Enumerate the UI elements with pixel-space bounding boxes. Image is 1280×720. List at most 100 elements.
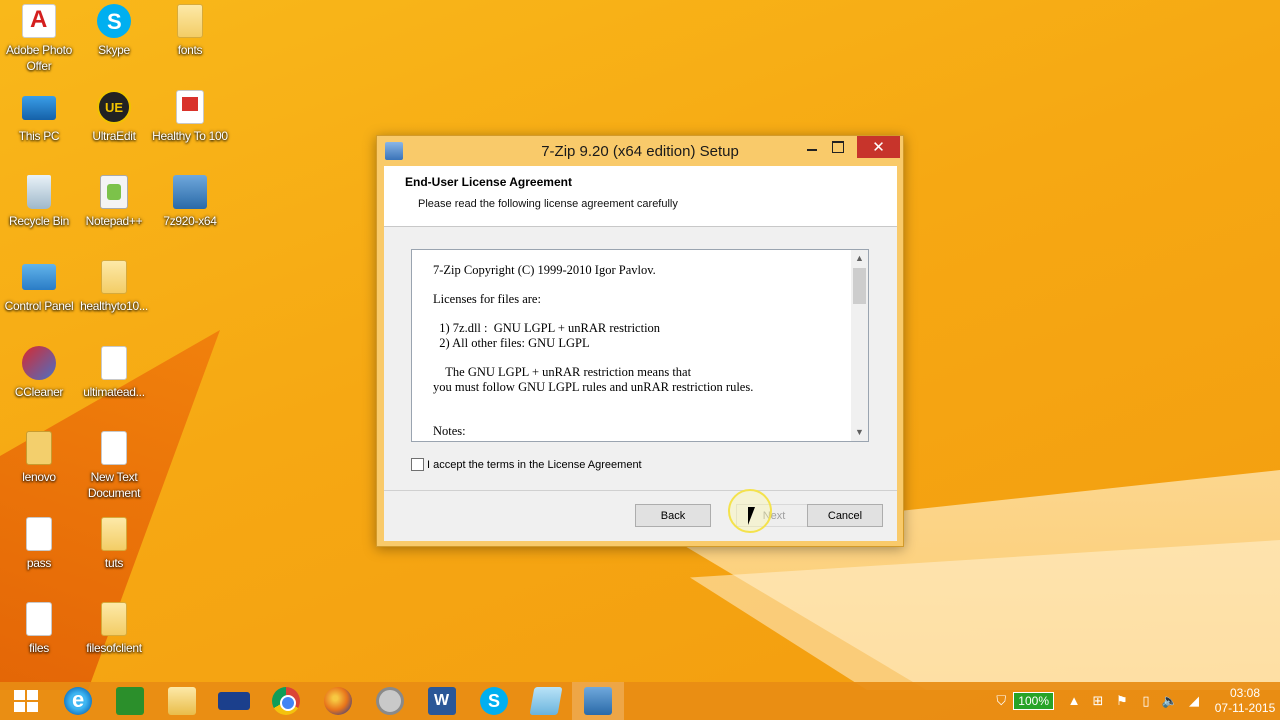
- desktop-icon-adobe-photo-offer[interactable]: Adobe Photo Offer: [0, 4, 78, 74]
- desktop-icon-label: UltraEdit: [92, 129, 136, 143]
- cancel-button[interactable]: Cancel: [807, 504, 883, 527]
- firefox-icon: [324, 687, 352, 715]
- desktop-icon-ccleaner[interactable]: CCleaner: [0, 346, 78, 400]
- scroll-thumb[interactable]: [853, 268, 866, 304]
- folder-icon: [177, 4, 203, 38]
- accept-terms-row[interactable]: I accept the terms in the License Agreem…: [411, 458, 642, 471]
- desktop-icon-healthyto10[interactable]: healthyto10...: [75, 260, 153, 314]
- battery-indicator[interactable]: 100%: [1013, 692, 1054, 710]
- desktop-icon-label: Adobe Photo Offer: [5, 43, 73, 73]
- device-icon[interactable]: ▯: [1136, 693, 1156, 709]
- desktop-icon-recycle-bin[interactable]: Recycle Bin: [0, 175, 78, 229]
- desktop-icon-filesofclient[interactable]: filesofclient: [75, 602, 153, 656]
- desktop-icon-skype[interactable]: Skype: [75, 4, 153, 58]
- desktop-icon-label: 7z920-x64: [163, 214, 217, 228]
- license-text: 7-Zip Copyright (C) 1999-2010 Igor Pavlo…: [433, 263, 754, 438]
- accept-terms-label[interactable]: I accept the terms in the License Agreem…: [427, 459, 642, 471]
- store-icon: [116, 687, 144, 715]
- desktop-icon-notepad-plus[interactable]: Notepad++: [75, 175, 153, 229]
- desktop-icon-fonts[interactable]: fonts: [151, 4, 229, 58]
- shield-icon[interactable]: ⛉: [991, 693, 1011, 709]
- close-button[interactable]: ✕: [857, 136, 900, 158]
- zip-folder-icon: [26, 431, 52, 465]
- license-scrollbar[interactable]: ▲ ▼: [851, 250, 868, 441]
- volume-icon[interactable]: 🔈: [1160, 693, 1180, 709]
- taskbar-store[interactable]: [104, 682, 156, 720]
- notepad-icon: [529, 687, 563, 715]
- desktop-icon-label: healthyto10...: [80, 299, 148, 313]
- taskbar-internet-explorer[interactable]: [52, 682, 104, 720]
- clock-time: 03:08: [1229, 686, 1261, 700]
- ccleaner-icon: [376, 687, 404, 715]
- system-tray: ⛉ 100% ▲ ⊞ ⚑ ▯ 🔈 ◢ 03:08 07-11-2015: [989, 682, 1280, 720]
- taskbar-file-explorer[interactable]: [156, 682, 208, 720]
- desktop-icon-label: pass: [26, 556, 52, 570]
- folder-icon: [101, 602, 127, 636]
- desktop-icon-label: fonts: [177, 43, 203, 57]
- flag-icon[interactable]: ⚑: [1112, 693, 1132, 709]
- computer-icon: [22, 96, 56, 120]
- mouse-pointer-icon: [748, 507, 755, 525]
- wallpaper-light-shape-2: [690, 540, 1280, 690]
- scroll-up-icon[interactable]: ▲: [851, 250, 868, 267]
- taskbar-clock[interactable]: 03:08 07-11-2015: [1210, 686, 1280, 716]
- desktop-icon-healthy-to-100[interactable]: Healthy To 100: [151, 90, 229, 144]
- document-icon: [176, 90, 204, 124]
- installer-icon: [173, 175, 207, 209]
- desktop-icon-label: tuts: [104, 556, 124, 570]
- lenovo-icon: [218, 692, 250, 710]
- clock-date: 07-11-2015: [1214, 701, 1276, 715]
- desktop-icon-ultraedit[interactable]: UltraEdit: [75, 90, 153, 144]
- desktop-icon-control-panel[interactable]: Control Panel: [0, 260, 78, 314]
- desktop-icon-label: lenovo: [22, 470, 56, 484]
- skype-icon: [97, 4, 131, 38]
- windows-icon[interactable]: ⊞: [1088, 693, 1108, 709]
- desktop-icon-label: New Text Document: [87, 470, 141, 500]
- taskbar-setup[interactable]: [572, 682, 624, 720]
- ccleaner-icon: [22, 346, 56, 380]
- skype-icon: [480, 687, 508, 715]
- start-button[interactable]: [0, 682, 52, 720]
- taskbar-firefox[interactable]: [312, 682, 364, 720]
- dialog-titlebar[interactable]: 7-Zip 9.20 (x64 edition) Setup ✕: [377, 136, 903, 166]
- maximize-button[interactable]: [827, 136, 849, 158]
- desktop-icon-pass[interactable]: pass: [0, 517, 78, 571]
- dialog-client-area: End-User License Agreement Please read t…: [384, 166, 897, 541]
- start-icon: [12, 687, 40, 715]
- dialog-header: End-User License Agreement Please read t…: [384, 166, 897, 227]
- file-icon: [26, 602, 52, 636]
- minimize-button[interactable]: [801, 136, 823, 158]
- license-textbox[interactable]: 7-Zip Copyright (C) 1999-2010 Igor Pavlo…: [411, 249, 869, 442]
- taskbar-word[interactable]: [416, 682, 468, 720]
- taskbar-ccleaner[interactable]: [364, 682, 416, 720]
- ultraedit-icon: [97, 90, 131, 124]
- desktop-icon-ultimatead[interactable]: ultimatead...: [75, 346, 153, 400]
- desktop-icon-7z920-x64[interactable]: 7z920-x64: [151, 175, 229, 229]
- desktop-icon-this-pc[interactable]: This PC: [0, 90, 78, 144]
- desktop-icon-label: CCleaner: [14, 385, 64, 399]
- accept-terms-checkbox[interactable]: [411, 458, 424, 471]
- document-icon: [101, 346, 127, 380]
- scroll-down-icon[interactable]: ▼: [851, 424, 868, 441]
- taskbar-skype[interactable]: [468, 682, 520, 720]
- taskbar-notepad[interactable]: [520, 682, 572, 720]
- file-explorer-icon: [168, 687, 196, 715]
- header-subtitle: Please read the following license agreem…: [418, 198, 678, 210]
- back-button[interactable]: Back: [635, 504, 711, 527]
- show-hidden-icons-icon[interactable]: ▲: [1064, 693, 1084, 709]
- notepad-plus-icon: [100, 175, 128, 209]
- taskbar-lenovo[interactable]: [208, 682, 260, 720]
- footer-divider: [384, 490, 897, 491]
- desktop-icon-files[interactable]: files: [0, 602, 78, 656]
- taskbar-chrome[interactable]: [260, 682, 312, 720]
- desktop-icon-new-text-document[interactable]: New Text Document: [75, 431, 153, 501]
- network-icon[interactable]: ◢: [1184, 693, 1204, 709]
- chrome-icon: [272, 687, 300, 715]
- folder-icon: [101, 260, 127, 294]
- text-document-icon: [101, 431, 127, 465]
- desktop-icon-lenovo[interactable]: lenovo: [0, 431, 78, 485]
- desktop-icon-label: ultimatead...: [83, 385, 145, 399]
- desktop-icon-tuts[interactable]: tuts: [75, 517, 153, 571]
- desktop-icon-label: Recycle Bin: [8, 214, 70, 228]
- desktop-icon-label: Control Panel: [4, 299, 74, 313]
